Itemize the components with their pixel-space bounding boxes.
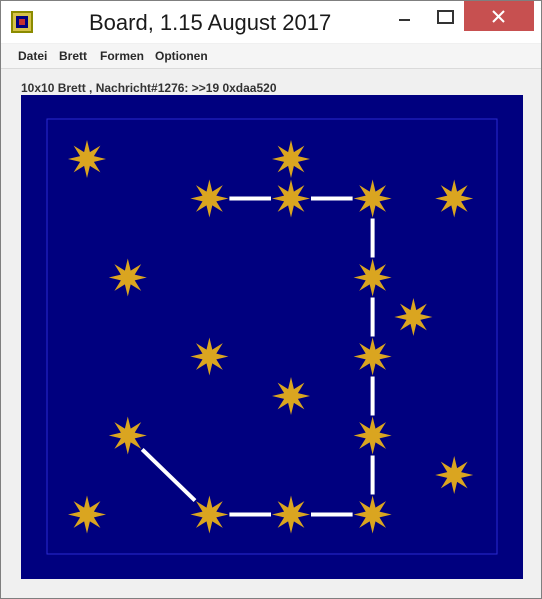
minimize-icon [399, 19, 410, 21]
title-bar[interactable]: Board, 1.15 August 2017 [1, 1, 541, 43]
close-icon [492, 10, 505, 23]
menu-formen[interactable]: Formen [100, 49, 144, 63]
star-icon[interactable] [190, 337, 229, 376]
maximize-icon [437, 10, 454, 24]
menu-optionen[interactable]: Optionen [155, 49, 208, 63]
path-segment [140, 447, 197, 503]
star-icon[interactable] [68, 495, 106, 534]
star-icon[interactable] [394, 298, 433, 336]
path-layer [140, 196, 375, 517]
star-icon[interactable] [108, 258, 147, 297]
application-window: Board, 1.15 August 2017 Datei Brett Form… [0, 0, 542, 599]
star-icon[interactable] [190, 495, 229, 534]
window-title: Board, 1.15 August 2017 [89, 10, 332, 35]
star-icon[interactable] [190, 179, 229, 218]
star-icon[interactable] [353, 258, 392, 297]
star-icon[interactable] [435, 456, 474, 494]
close-button[interactable] [464, 1, 534, 31]
menu-datei[interactable]: Datei [18, 49, 47, 63]
menu-bar: Datei Brett Formen Optionen [1, 44, 541, 69]
star-icon[interactable] [108, 416, 147, 455]
maximize-button[interactable] [427, 1, 465, 31]
board-canvas[interactable] [21, 95, 523, 579]
star-icon[interactable] [68, 140, 106, 178]
star-icon[interactable] [272, 377, 310, 415]
star-icon[interactable] [272, 140, 310, 178]
board-border [46, 118, 498, 555]
star-icon[interactable] [353, 495, 392, 534]
game-board[interactable] [21, 95, 523, 579]
menu-brett[interactable]: Brett [59, 49, 87, 63]
minimize-button[interactable] [381, 1, 427, 31]
star-icon[interactable] [353, 337, 392, 376]
app-icon[interactable] [11, 11, 33, 33]
star-icon[interactable] [353, 179, 392, 218]
star-icon[interactable] [353, 416, 392, 455]
status-line: 10x10 Brett , Nachricht#1276: >>19 0xdaa… [21, 81, 277, 95]
star-icon[interactable] [435, 179, 474, 218]
star-icon[interactable] [272, 179, 310, 218]
star-icon[interactable] [272, 495, 310, 534]
content-area: 10x10 Brett , Nachricht#1276: >>19 0xdaa… [1, 69, 541, 598]
